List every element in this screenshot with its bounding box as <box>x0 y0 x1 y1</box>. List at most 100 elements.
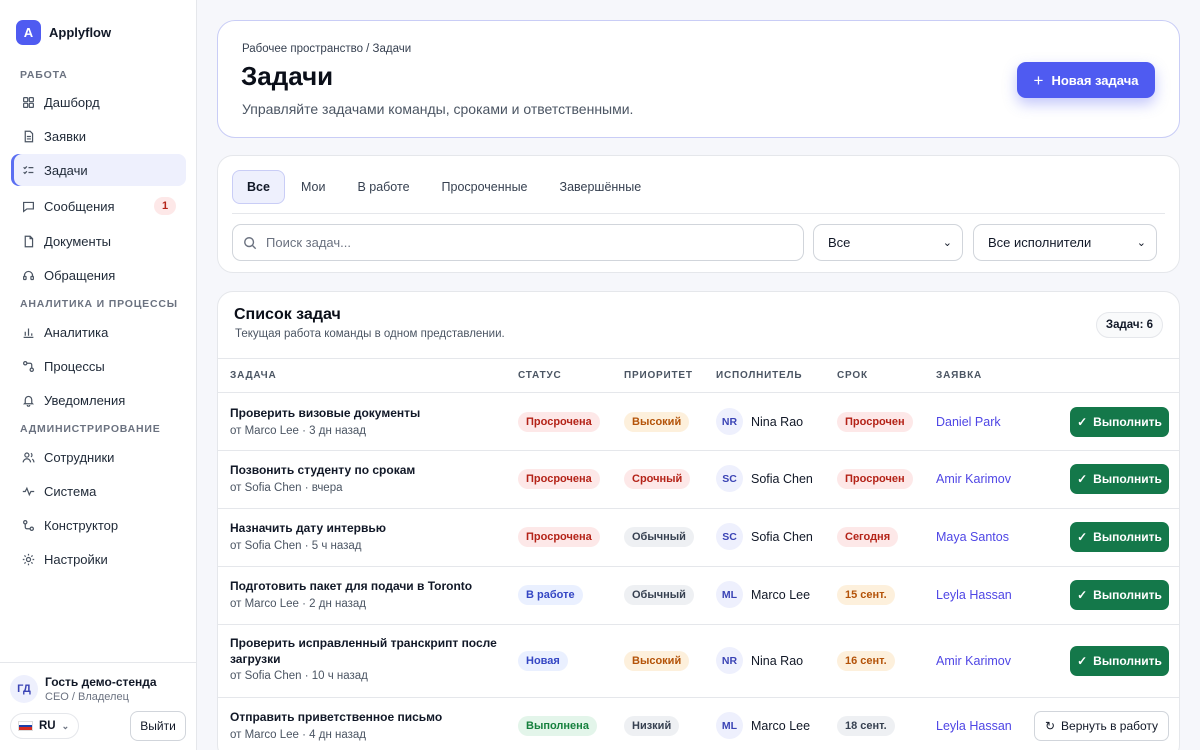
complete-button[interactable]: ✓ Выполнить <box>1070 646 1169 676</box>
complete-button[interactable]: ✓ Выполнить <box>1070 522 1169 552</box>
task-title[interactable]: Проверить визовые документы <box>230 405 500 421</box>
due-badge: 16 сент. <box>837 651 895 671</box>
status-badge: Новая <box>518 651 568 671</box>
avatar: SC <box>716 523 743 550</box>
column-header-request[interactable]: Заявка <box>936 370 982 381</box>
task-title[interactable]: Отправить приветственное письмо <box>230 709 500 725</box>
sidebar-item-processes[interactable]: Процессы <box>11 350 186 382</box>
task-title[interactable]: Позвонить студенту по срокам <box>230 462 500 478</box>
column-header-task[interactable]: Задача <box>230 370 277 381</box>
request-link[interactable]: Maya Santos <box>936 530 1009 544</box>
sidebar-item-messages[interactable]: Сообщения 1 <box>11 190 186 222</box>
sidebar-item-settings[interactable]: Настройки <box>11 543 186 575</box>
complete-button[interactable]: ✓ Выполнить <box>1070 464 1169 494</box>
due-badge: Сегодня <box>837 527 899 547</box>
status-filter-select[interactable]: Все ⌄ <box>813 224 963 261</box>
reopen-button-label: Вернуть в работу <box>1061 719 1159 733</box>
sidebar-item-label: Аналитика <box>44 324 109 340</box>
breadcrumb: Рабочее пространство / Задачи <box>242 43 412 55</box>
assignee-filter-select[interactable]: Все исполнители ⌄ <box>973 224 1157 261</box>
status-filter-value: Все <box>828 235 851 250</box>
priority-badge: Высокий <box>624 651 690 671</box>
chevron-down-icon: ⌄ <box>61 720 70 731</box>
dashboard-icon <box>22 96 35 109</box>
assignee-name: Marco Lee <box>751 719 811 733</box>
sidebar-item-label: Система <box>44 483 97 499</box>
table-row[interactable]: Назначить дату интервью от Sofia Chen · … <box>218 509 1179 567</box>
task-title[interactable]: Назначить дату интервью <box>230 520 500 536</box>
avatar[interactable]: ГД <box>10 675 38 703</box>
sidebar-item-dashboard[interactable]: Дашборд <box>11 86 186 118</box>
search-input[interactable] <box>266 235 766 250</box>
column-header-status[interactable]: Статус <box>518 370 562 381</box>
tab-completed[interactable]: Завершённые <box>544 170 658 204</box>
request-link[interactable]: Amir Karimov <box>936 472 1011 486</box>
task-meta: от Marco Lee · 2 дн назад <box>230 598 367 610</box>
chevron-down-icon: ⌄ <box>1136 237 1146 249</box>
sidebar-item-label: Сообщения <box>44 198 115 214</box>
chevron-down-icon: ⌄ <box>942 237 952 249</box>
nav-section-analytics: Аналитика и процессы <box>20 298 178 310</box>
sidebar-item-documents[interactable]: Документы <box>11 225 186 257</box>
column-header-priority[interactable]: Приоритет <box>624 370 693 381</box>
sidebar-item-label: Задачи <box>44 162 88 178</box>
refresh-icon: ↻ <box>1044 719 1056 733</box>
table-row[interactable]: Проверить исправленный транскрипт после … <box>218 625 1179 698</box>
table-row[interactable]: Подготовить пакет для подачи в Toronto о… <box>218 567 1179 625</box>
search-box[interactable] <box>232 224 804 261</box>
sidebar-item-builder[interactable]: Конструктор <box>11 509 186 541</box>
request-link[interactable]: Leyla Hassan <box>936 719 1012 733</box>
sidebar-item-applications[interactable]: Заявки <box>11 120 186 152</box>
priority-badge: Обычный <box>624 585 694 605</box>
sidebar-item-tasks[interactable]: Задачи <box>11 154 186 186</box>
avatar: NR <box>716 408 743 435</box>
task-meta: от Sofia Chen · вчера <box>230 482 343 494</box>
tab-mine[interactable]: Мои <box>285 170 342 204</box>
complete-button[interactable]: ✓ Выполнить <box>1070 407 1169 437</box>
due-badge: Просрочен <box>837 412 913 432</box>
sidebar-item-label: Обращения <box>44 267 116 283</box>
new-task-button[interactable]: + Новая задача <box>1017 62 1155 98</box>
brand[interactable]: A Applyflow <box>16 20 111 45</box>
request-link[interactable]: Leyla Hassan <box>936 588 1012 602</box>
task-meta: от Sofia Chen · 10 ч назад <box>230 670 368 682</box>
table-row[interactable]: Позвонить студенту по срокам от Sofia Ch… <box>218 451 1179 509</box>
table-row[interactable]: Отправить приветственное письмо от Marco… <box>218 698 1179 750</box>
table-row[interactable]: Проверить визовые документы от Marco Lee… <box>218 393 1179 451</box>
column-header-due[interactable]: Срок <box>837 370 868 381</box>
complete-button[interactable]: ✓ Выполнить <box>1070 580 1169 610</box>
sidebar-item-support[interactable]: Обращения <box>11 259 186 291</box>
nav-section-work: Работа <box>20 69 68 81</box>
tab-overdue[interactable]: Просроченные <box>426 170 544 204</box>
analytics-icon <box>22 326 35 339</box>
users-icon <box>22 451 35 464</box>
tab-in-progress[interactable]: В работе <box>341 170 425 204</box>
request-link[interactable]: Daniel Park <box>936 415 1001 429</box>
sidebar-item-employees[interactable]: Сотрудники <box>11 441 186 473</box>
complete-button-label: Выполнить <box>1093 530 1162 544</box>
applications-icon <box>22 130 35 143</box>
sidebar-item-system[interactable]: Система <box>11 475 186 507</box>
request-link[interactable]: Amir Karimov <box>936 654 1011 668</box>
avatar: ML <box>716 581 743 608</box>
check-icon: ✓ <box>1077 588 1088 602</box>
builder-icon <box>22 519 35 532</box>
logout-button[interactable]: Выйти <box>130 711 186 741</box>
tab-all[interactable]: Все <box>232 170 285 204</box>
column-header-assignee[interactable]: Исполнитель <box>716 370 802 381</box>
sidebar-item-notifications[interactable]: Уведомления <box>11 384 186 416</box>
documents-icon <box>22 235 35 248</box>
assignee-filter-value: Все исполнители <box>988 235 1092 250</box>
language-select[interactable]: RU ⌄ <box>10 713 79 739</box>
processes-icon <box>22 360 35 373</box>
task-meta: от Marco Lee · 3 дн назад <box>230 425 367 437</box>
task-meta: от Sofia Chen · 5 ч назад <box>230 540 362 552</box>
avatar: SC <box>716 465 743 492</box>
assignee-name: Marco Lee <box>751 588 811 602</box>
check-icon: ✓ <box>1077 530 1088 544</box>
assignee-name: Sofia Chen <box>751 472 813 486</box>
task-title[interactable]: Подготовить пакет для подачи в Toronto <box>230 578 500 594</box>
reopen-button[interactable]: ↻ Вернуть в работу <box>1034 711 1169 741</box>
sidebar-item-analytics[interactable]: Аналитика <box>11 316 186 348</box>
task-title[interactable]: Проверить исправленный транскрипт после … <box>230 635 500 667</box>
